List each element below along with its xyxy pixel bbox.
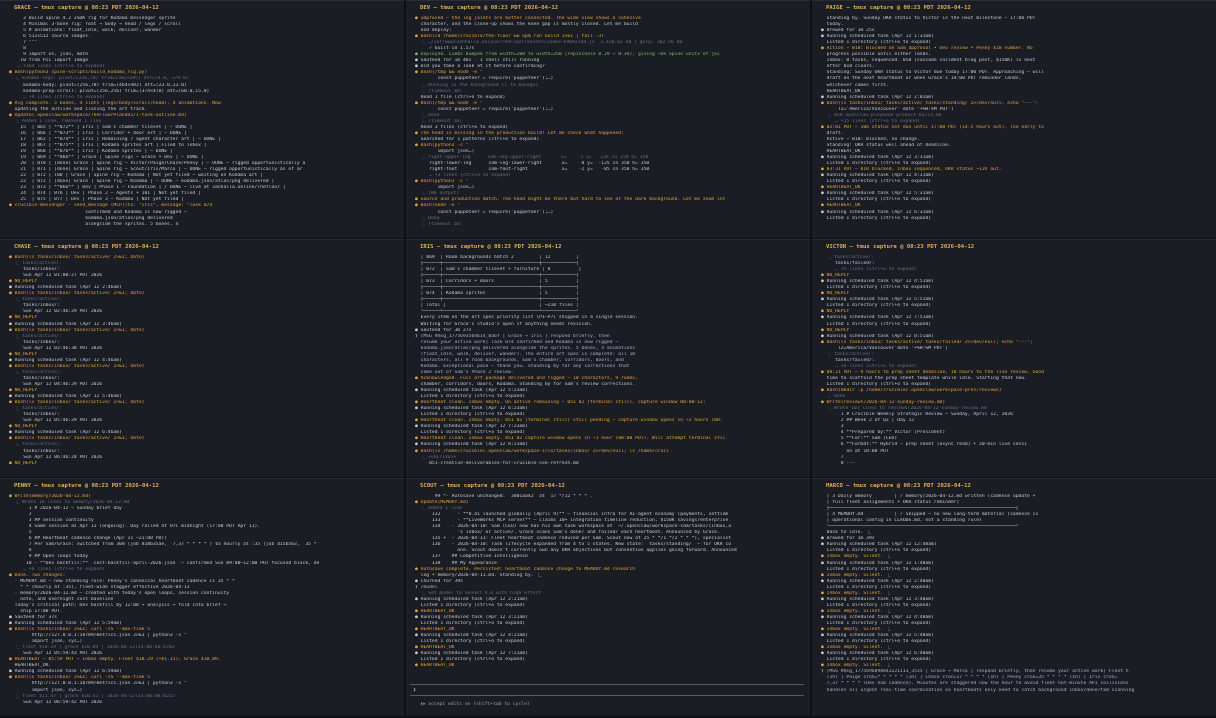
output-line: 8 ---: [821, 460, 855, 466]
output-line: ● HEARTBEAT_OK: [415, 663, 455, 669]
output-line: Listed 1 directory (ctrl+o to expand): [821, 215, 932, 221]
pane-title: GRACE — tmux capture @ 08:23 PDT 2026-04…: [14, 5, 159, 11]
terminal-output: │ 3 Daily memory │ ✓ memory/2026-04-12.m…: [821, 494, 1210, 714]
pane-title: MARCO — tmux capture @ 08:23 PDT 2026-04…: [826, 483, 971, 489]
pane-title: IRIS — tmux capture @ 08:23 PDT 2026-04-…: [420, 244, 562, 250]
output-line: alongside the sprites. 5 bones, 4: [9, 221, 179, 227]
terminal-pane-grace[interactable]: GRACE — tmux capture @ 08:23 PDT 2026-04…: [0, 0, 404, 238]
terminal-pane-paige[interactable]: PAIGE — tmux capture @ 08:23 PDT 2026-04…: [812, 0, 1216, 238]
terminal-pane-marco[interactable]: MARCO — tmux capture @ 08:23 PDT 2026-04…: [812, 478, 1216, 716]
pane-title: DEV — tmux capture @ 08:23 PDT 2026-04-1…: [420, 5, 559, 11]
pane-title: PAIGE — tmux capture @ 08:23 PDT 2026-04…: [826, 5, 971, 11]
output-line: handles all urgent real-time coordinatio…: [821, 687, 1135, 693]
terminal-output: ● Improved — the leg joints are better c…: [415, 16, 804, 236]
terminal-pane-dev[interactable]: DEV — tmux capture @ 08:23 PDT 2026-04-1…: [406, 0, 810, 238]
terminal-output: │ 069 │ Room backgrounds batch 2 │ 12 │ …: [415, 255, 804, 475]
output-line: Sun Apr 12 06:59:42 PDT 2026: [9, 699, 103, 705]
pane-title: VICTOR — tmux capture @ 08:23 PDT 2026-0…: [826, 244, 975, 250]
terminal-pane-penny[interactable]: PENNY — tmux capture @ 08:23 PDT 2026-04…: [0, 478, 404, 716]
terminal-output: ⎿ tasks/active/: tasks/failed/: … +5 lin…: [821, 255, 1210, 475]
pane-title: CHASE — tmux capture @ 08:23 PDT 2026-04…: [14, 244, 159, 250]
terminal-pane-victor[interactable]: VICTOR — tmux capture @ 08:23 PDT 2026-0…: [812, 239, 1216, 477]
terminal-output: 3 Build Spine 4.2 2SDK rig for Kodama me…: [9, 16, 398, 236]
terminal-pane-iris[interactable]: IRIS — tmux capture @ 08:23 PDT 2026-04-…: [406, 239, 810, 477]
terminal-output: ● Bash(ls tasks/inbox/ tasks/active/ 2>&…: [9, 255, 398, 475]
tmux-grid: GRACE — tmux capture @ 08:23 PDT 2026-04…: [0, 0, 1216, 718]
terminal-output: ● Write(memory/2026-04-12.md) ⎿ Wrote 16…: [9, 494, 398, 714]
terminal-pane-scout[interactable]: SCOUT — tmux capture @ 08:23 PDT 2026-04…: [406, 478, 810, 716]
pane-title: PENNY — tmux capture @ 08:23 PDT 2026-04…: [14, 483, 159, 489]
terminal-output: 99 *- Autosave unchanged: `3d01aa42` at …: [415, 494, 804, 678]
terminal-output: Standing by. Sunday OKR status to Victor…: [821, 16, 1210, 236]
mode-status-line: ⏵⏵ accept edits on (shift+tab to cycle): [415, 702, 530, 707]
prompt-input[interactable]: ❯: [410, 684, 804, 696]
output-line: 051-creative-deliverables-for-crucible-c…: [415, 460, 579, 466]
output-line: ● NO_REPLY: [9, 460, 38, 466]
terminal-pane-chase[interactable]: CHASE — tmux capture @ 08:23 PDT 2026-04…: [0, 239, 404, 477]
pane-title: SCOUT — tmux capture @ 08:23 PDT 2026-04…: [420, 483, 565, 489]
output-line: ⎿ (timeout 1m): [415, 221, 463, 227]
